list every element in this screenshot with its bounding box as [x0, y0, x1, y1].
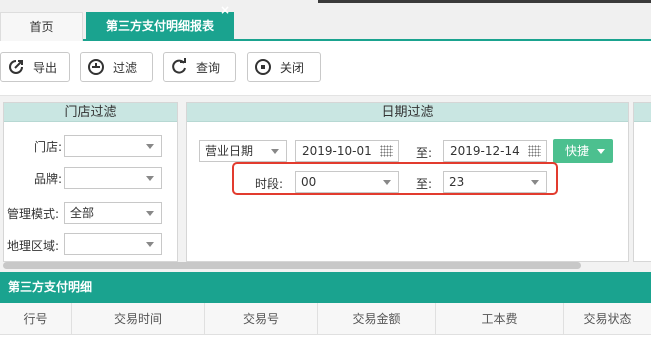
chevron-down-icon [146, 211, 154, 216]
period-start-select[interactable]: 00 [295, 171, 399, 193]
export-button[interactable]: 导出 [0, 52, 70, 82]
brand-select[interactable] [64, 167, 162, 189]
mgmt-mode-select-value: 全部 [70, 206, 95, 220]
table-header-row: 行号 交易时间 交易号 交易金额 工本费 交易状态 [0, 303, 651, 335]
close-label: 关闭 [280, 60, 305, 75]
stop-icon [254, 58, 272, 76]
export-icon [7, 58, 25, 76]
period-to-label: 至: [416, 177, 433, 191]
brand-label: 品牌: [34, 172, 63, 186]
date-type-select[interactable]: 营业日期 [199, 140, 287, 162]
quick-select-button[interactable]: 快捷 [553, 139, 613, 163]
end-date-value: 2019-12-14 [450, 144, 520, 158]
table-row [0, 335, 651, 342]
store-filter-title: 门店过滤 [4, 103, 177, 122]
column-header[interactable]: 交易时间 [72, 303, 205, 335]
column-header[interactable]: 工本费 [436, 303, 564, 335]
filter-area: 门店过滤 门店: 品牌: 管理模式: 全部 地理区域: 日期过滤 营业日期 20… [0, 96, 651, 272]
end-date-input[interactable]: 2019-12-14 [443, 140, 547, 162]
toolbar: 导出 过滤 查询 关闭 [0, 41, 651, 96]
store-select[interactable] [64, 135, 162, 157]
date-filter-panel: 日期过滤 营业日期 2019-10-01 至: 2019-12-14 快捷 时段… [186, 102, 629, 262]
date-filter-title: 日期过滤 [187, 103, 628, 122]
store-filter-panel: 门店过滤 门店: 品牌: 管理模式: 全部 地理区域: [3, 102, 178, 262]
region-select[interactable] [64, 233, 162, 255]
period-end-select[interactable]: 23 [443, 171, 547, 193]
region-label: 地理区域: [7, 239, 60, 253]
tab-bar: 首页 第三方支付明细报表 × [0, 0, 651, 41]
tab-home[interactable]: 首页 [0, 12, 83, 41]
query-button[interactable]: 查询 [163, 52, 236, 82]
period-start-value: 00 [301, 175, 317, 189]
export-label: 导出 [33, 60, 58, 75]
refresh-icon [170, 58, 188, 76]
period-label: 时段: [255, 177, 284, 191]
close-button[interactable]: 关闭 [247, 52, 321, 82]
chevron-down-icon [146, 176, 154, 181]
third-filter-panel [633, 102, 651, 262]
table-title: 第三方支付明细 [0, 272, 651, 303]
filter-label: 过滤 [113, 60, 138, 75]
column-header[interactable]: 交易号 [205, 303, 318, 335]
chevron-down-icon [146, 242, 154, 247]
mgmt-mode-select[interactable]: 全部 [64, 202, 162, 224]
chevron-down-icon [271, 149, 279, 154]
start-date-value: 2019-10-01 [302, 144, 372, 158]
calendar-icon[interactable] [528, 145, 541, 157]
filter-button[interactable]: 过滤 [80, 52, 153, 82]
third-filter-header [634, 103, 651, 122]
close-tab-icon[interactable]: × [220, 3, 230, 17]
store-label: 门店: [34, 140, 63, 154]
start-date-input[interactable]: 2019-10-01 [295, 140, 399, 162]
column-header[interactable]: 交易状态 [564, 303, 651, 335]
chevron-down-icon [383, 180, 391, 185]
period-end-value: 23 [449, 175, 465, 189]
calendar-icon[interactable] [380, 145, 393, 157]
window-top-edge [318, 0, 651, 3]
date-to-label: 至: [416, 146, 433, 160]
tab-third-party-payment-report[interactable]: 第三方支付明细报表 × [86, 3, 234, 41]
column-header[interactable]: 交易金额 [318, 303, 436, 335]
quick-label: 快捷 [565, 144, 590, 158]
query-label: 查询 [196, 60, 221, 75]
mgmt-mode-label: 管理模式: [7, 207, 60, 221]
chevron-down-icon [597, 149, 605, 154]
column-header[interactable]: 行号 [0, 303, 72, 335]
filter-icon [87, 58, 105, 76]
chevron-down-icon [531, 180, 539, 185]
tab-label: 第三方支付明细报表 [105, 19, 214, 33]
horizontal-scrollbar[interactable] [3, 262, 581, 269]
date-type-value: 营业日期 [205, 144, 254, 158]
chevron-down-icon [146, 144, 154, 149]
